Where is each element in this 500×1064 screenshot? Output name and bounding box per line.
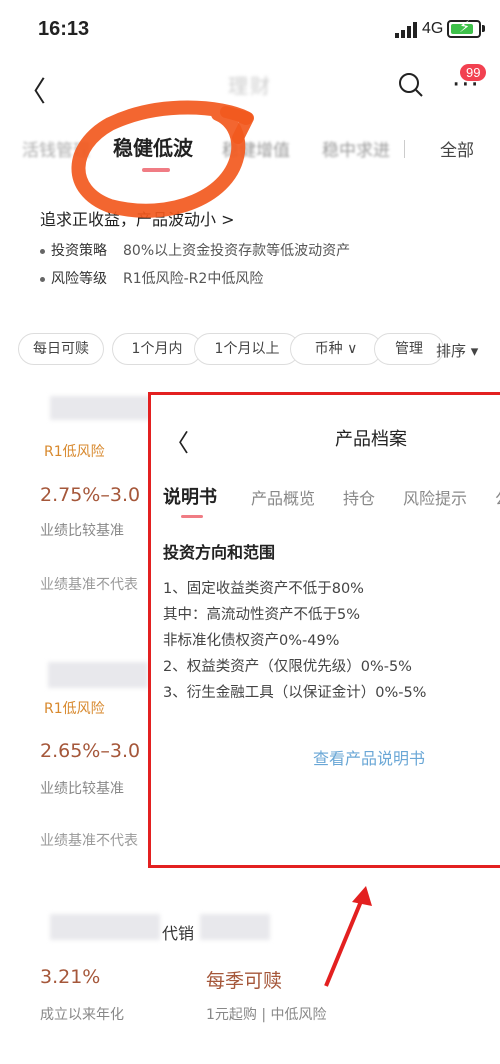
battery-cap (482, 25, 485, 32)
product-name-blurred (50, 396, 150, 420)
tab-overview[interactable]: 产品概览 (251, 485, 315, 509)
tab-more[interactable]: 公 (495, 485, 500, 509)
tab-prospectus[interactable]: 说明书 (163, 483, 217, 509)
redeem-sub: 1元起购 | 中低风险 (206, 1007, 327, 1023)
disclaimer: 业绩基准不代表 (40, 833, 138, 849)
scope-line: 其中：高流动性资产不低于5% (163, 607, 361, 623)
row-key: 投资策略 (51, 243, 107, 259)
network-type: 4G (422, 20, 444, 37)
tab-indicator (142, 168, 170, 172)
scope-line: 非标准化债权资产0%-49% (163, 633, 340, 649)
search-icon[interactable] (398, 72, 424, 98)
filter-over-month[interactable]: 1个月以上 (194, 333, 300, 365)
rate-label: 成立以来年化 (40, 1007, 124, 1023)
tab-risk-notice[interactable]: 风险提示 (403, 485, 467, 509)
view-prospectus-link[interactable]: 查看产品说明书 (313, 745, 425, 769)
redeem-frequency: 每季可赎 (206, 970, 283, 992)
tab-divider (404, 140, 405, 158)
tab-indicator (181, 515, 203, 518)
disclaimer: 业绩基准不代表 (40, 577, 138, 593)
tab-liquidity[interactable]: 活钱管理 (22, 136, 90, 161)
bullet-dot (40, 248, 45, 254)
page-title: 理财 (228, 74, 272, 98)
signal-icon (395, 22, 417, 38)
product-rate: 3.21% (40, 966, 101, 988)
back-icon[interactable]: 〈 (165, 423, 189, 458)
category-headline[interactable]: 追求正收益，产品波动小 > (40, 206, 235, 230)
tab-all[interactable]: 全部 (440, 136, 474, 161)
product-name-suffix: 代销 (162, 924, 195, 943)
row-key: 风险等级 (51, 271, 107, 287)
scope-line: 2、权益类资产（仅限优先级）0%-5% (163, 659, 412, 675)
row-value: R1低风险-R2中低风险 (123, 271, 264, 287)
sort-button[interactable]: 排序 ▾ (436, 340, 478, 361)
profile-title: 产品档案 (335, 429, 407, 450)
filter-bar: 每日可赎 1个月内 1个月以上 币种 ∨ 管理 (18, 333, 488, 365)
risk-tag: R1低风险 (44, 444, 105, 460)
tab-holdings[interactable]: 持仓 (343, 485, 375, 509)
category-row-risk: 风险等级 R1低风险-R2中低风险 (40, 268, 263, 288)
product-rate: 2.75%–3.0 (40, 484, 141, 506)
product-profile-card: 〈 产品档案 说明书 产品概览 持仓 风险提示 公 投资方向和范围 1、固定收益… (148, 392, 500, 868)
status-bar: 16:13 4G ⚡ (0, 0, 500, 60)
scope-line: 1、固定收益类资产不低于80% (163, 581, 364, 597)
red-arrowhead-annotation (352, 886, 372, 906)
risk-tag: R1低风险 (44, 701, 105, 717)
filter-manager[interactable]: 管理 (374, 333, 444, 365)
product-name-blurred (200, 914, 270, 940)
category-tabs: 活钱管理 稳健低波 稳健增值 稳中求进 全部 (0, 132, 500, 172)
rate-label: 业绩比较基准 (40, 523, 124, 539)
charging-icon: ⚡ (459, 17, 471, 36)
notification-badge: 99 (460, 64, 487, 81)
status-time: 16:13 (38, 18, 90, 40)
tab-stable-growth[interactable]: 稳健增值 (222, 136, 290, 161)
section-title: 投资方向和范围 (163, 543, 276, 562)
tab-stable-low-volatility[interactable]: 稳健低波 (113, 132, 193, 161)
tab-steady-progress[interactable]: 稳中求进 (322, 136, 390, 161)
product-name-blurred (50, 914, 160, 940)
back-icon[interactable]: 〈 (18, 70, 48, 108)
scope-line: 3、衍生金融工具（以保证金计）0%-5% (163, 685, 427, 701)
filter-within-month[interactable]: 1个月内 (112, 333, 202, 365)
product-rate: 2.65%–3.0 (40, 740, 141, 762)
product-name-blurred (48, 662, 148, 688)
filter-daily-redeem[interactable]: 每日可赎 (18, 333, 104, 365)
bullet-dot (40, 276, 45, 282)
row-value: 80%以上资金投资存款等低波动资产 (123, 243, 351, 259)
category-row-strategy: 投资策略 80%以上资金投资存款等低波动资产 (40, 240, 350, 260)
rate-label: 业绩比较基准 (40, 781, 124, 797)
red-arrow-annotation (324, 893, 366, 987)
filter-currency[interactable]: 币种 ∨ (290, 333, 382, 365)
